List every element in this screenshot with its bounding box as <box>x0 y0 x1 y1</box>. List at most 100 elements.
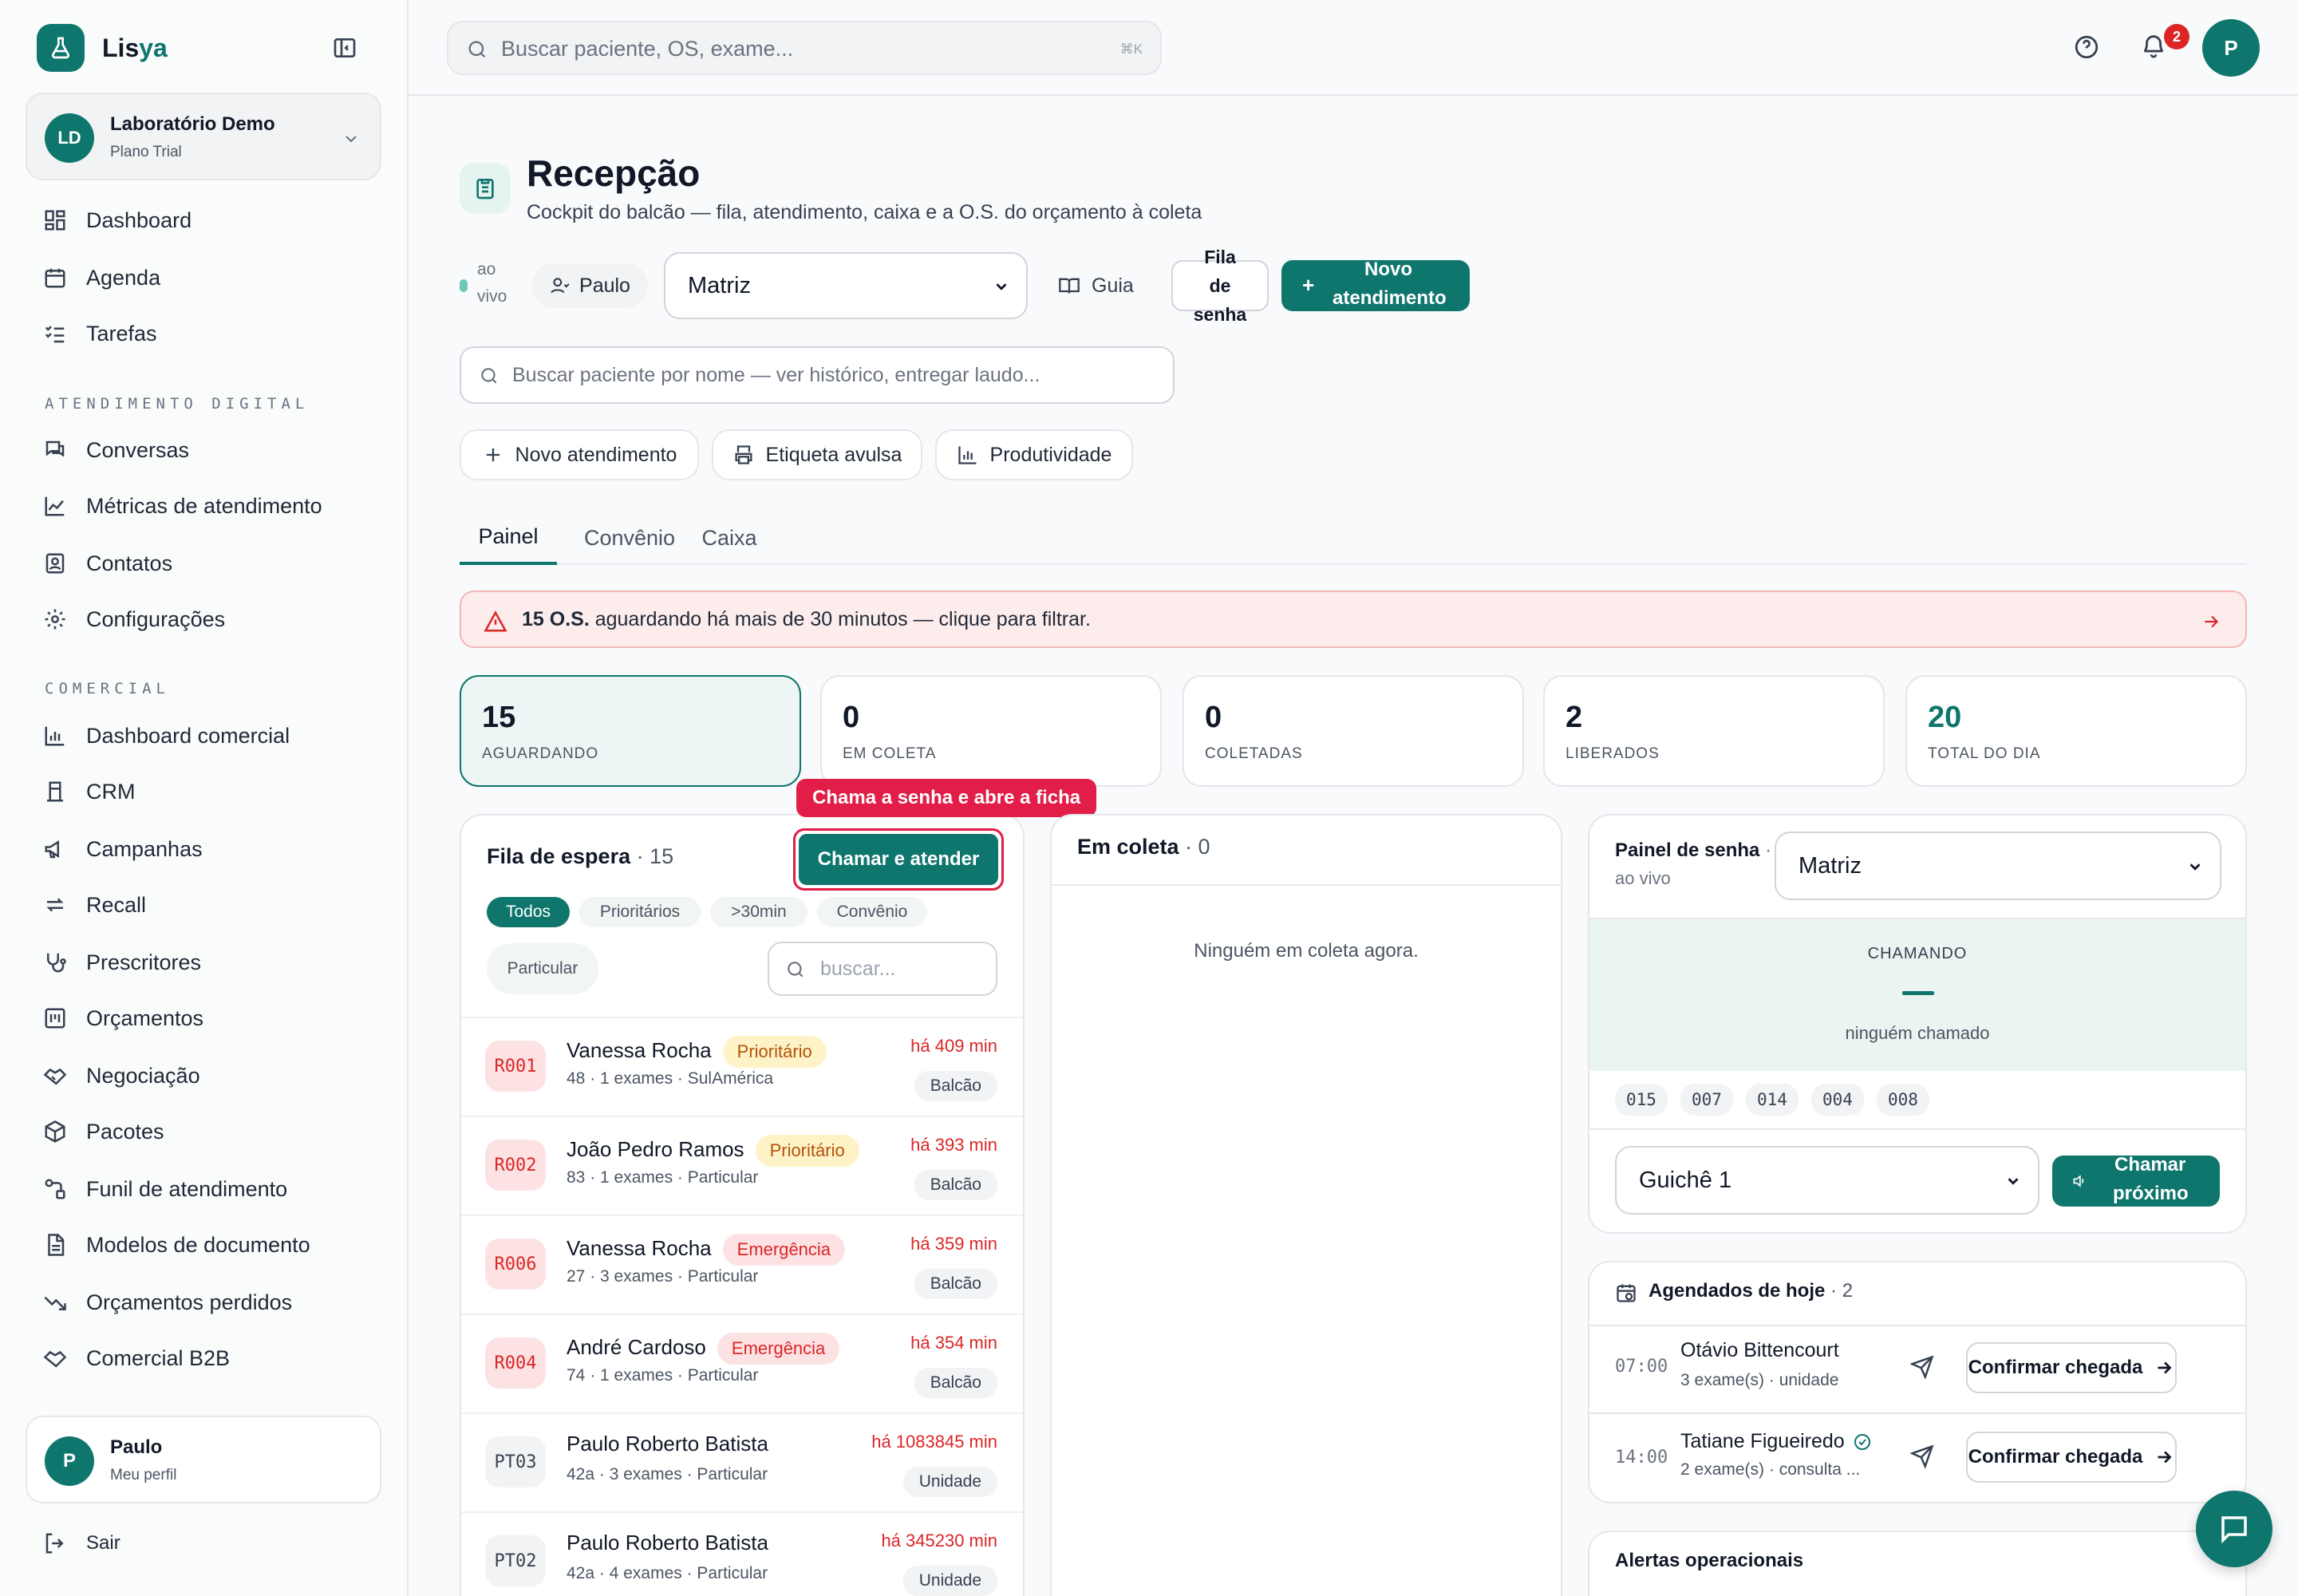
guiche-select[interactable]: Guichê 1 <box>1615 1146 2039 1215</box>
stat-aguardando[interactable]: 15 AGUARDANDO <box>460 675 801 787</box>
nav-negociacao[interactable]: Negociação <box>43 1053 200 1098</box>
stat-liberados[interactable]: 2 LIBERADOS <box>1543 675 1885 787</box>
user-avatar[interactable]: P <box>2202 19 2260 77</box>
new-attendance-button[interactable]: + Novo atendimento <box>1281 259 1470 311</box>
guide-button[interactable]: Guia <box>1058 267 1146 305</box>
appointment-time: 14:00 <box>1615 1448 1668 1468</box>
nav-metricas[interactable]: Métricas de atendimento <box>43 484 322 528</box>
tabs-bar: Painel Convênio Caixa <box>460 511 2247 565</box>
nav-configuracoes[interactable]: Configurações <box>43 597 225 642</box>
ticket-unit-select[interactable]: Matriz <box>1775 832 2221 900</box>
tab-convenio[interactable]: Convênio <box>581 511 678 565</box>
queue-search-input[interactable]: buscar... <box>768 942 997 996</box>
queue-row[interactable]: R004 André Cardoso Emergência 74 · 1 exam… <box>461 1314 1023 1412</box>
nav-crm[interactable]: CRM <box>43 769 136 814</box>
nav-prescritores[interactable]: Prescritores <box>43 940 201 985</box>
search-icon <box>788 962 804 978</box>
stat-value: 0 <box>843 701 860 734</box>
queue-ticket-button[interactable]: Fila de senha <box>1171 247 1269 325</box>
queue-ticket-l2: de <box>1209 275 1231 296</box>
send-icon[interactable] <box>1910 1444 1934 1468</box>
queue-row[interactable]: R001 Vanessa Rocha Prioritário 48 · 1 exa… <box>461 1017 1023 1116</box>
call-and-attend-button[interactable]: Chamar e atender <box>793 828 1004 891</box>
filter-particular[interactable]: Particular <box>487 943 598 994</box>
nav-agenda[interactable]: Agenda <box>43 255 160 300</box>
nav-modelos[interactable]: Modelos de documento <box>43 1223 310 1267</box>
nav-label: Negociação <box>86 1063 200 1088</box>
filter-prioritarios[interactable]: Prioritários <box>579 897 701 927</box>
nav-tarefas[interactable]: Tarefas <box>43 311 157 356</box>
queue-row[interactable]: PT02 Paulo Roberto Batista 42a · 4 exame… <box>461 1511 1023 1596</box>
queue-row[interactable]: PT03 Paulo Roberto Batista 42a · 3 exame… <box>461 1412 1023 1511</box>
nav-campanhas[interactable]: Campanhas <box>43 827 203 871</box>
patient-search-input[interactable]: Buscar paciente por nome — ver histórico… <box>460 346 1175 404</box>
nav-label: Funil de atendimento <box>86 1176 288 1201</box>
quick-new-attendance-button[interactable]: Novo atendimento <box>460 429 699 480</box>
collapse-sidebar-button[interactable] <box>332 35 361 64</box>
stat-total-dia[interactable]: 20 TOTAL DO DIA <box>1905 675 2247 787</box>
waiting-alert-banner[interactable]: 15 O.S. aguardando há mais de 30 minutos… <box>460 591 2247 648</box>
logout-button[interactable]: Sair <box>43 1521 120 1566</box>
tab-caixa[interactable]: Caixa <box>699 511 760 565</box>
nav-b2b[interactable]: Comercial B2B <box>43 1336 230 1381</box>
nav-orcamentos-perdidos[interactable]: Orçamentos perdidos <box>43 1280 292 1325</box>
calendar-clock-icon <box>1617 1284 1636 1302</box>
nav-label: Pacotes <box>86 1119 164 1144</box>
user-chip[interactable]: Paulo <box>531 263 648 308</box>
ticket-code: PT02 <box>485 1535 546 1586</box>
confirm-arrival-button[interactable]: Confirmar chegada <box>1966 1342 2177 1393</box>
brand-logo[interactable] <box>37 24 85 72</box>
queue-ticket-l3: senha <box>1193 304 1247 325</box>
stat-value: 2 <box>1566 701 1583 734</box>
live-dot <box>460 279 468 292</box>
page-icon <box>460 163 511 214</box>
nav-funil[interactable]: Funil de atendimento <box>43 1167 287 1211</box>
nav-dashboard[interactable]: Dashboard <box>43 198 192 243</box>
wait-time: há 345230 min <box>881 1531 997 1551</box>
call-next-button[interactable]: Chamar próximo <box>2052 1154 2220 1207</box>
profile-card[interactable]: P Paulo Meu perfil <box>26 1416 381 1503</box>
sidebar: Lisya LD Laboratório Demo Plano Trial Da… <box>0 0 409 1596</box>
nav-contatos[interactable]: Contatos <box>43 541 172 586</box>
nav-recall[interactable]: Recall <box>43 883 146 927</box>
book-icon <box>1059 278 1080 294</box>
logout-icon <box>45 1533 64 1554</box>
nav-dashboard-comercial[interactable]: Dashboard comercial <box>43 713 290 758</box>
confirm-arrival-button[interactable]: Confirmar chegada <box>1966 1432 2177 1483</box>
nav-pacotes[interactable]: Pacotes <box>43 1109 164 1154</box>
collection-empty-text: Ninguém em coleta agora. <box>1194 940 1419 962</box>
stat-em-coleta[interactable]: 0 EM COLETA <box>820 675 1162 787</box>
filter-todos[interactable]: Todos <box>487 897 570 927</box>
org-switcher[interactable]: LD Laboratório Demo Plano Trial <box>26 93 381 180</box>
ticket-panel-title: Painel de senha · <box>1615 839 1772 861</box>
nav-label: Dashboard <box>86 207 192 232</box>
tab-painel[interactable]: Painel <box>460 511 557 565</box>
ticket-code: R004 <box>485 1337 546 1389</box>
global-search-input[interactable]: Buscar paciente, OS, exame... ⌘K <box>447 21 1162 75</box>
nav-label: Dashboard comercial <box>86 723 290 748</box>
plus-icon <box>486 448 499 462</box>
help-button[interactable] <box>2073 34 2102 62</box>
patient-name: João Pedro Ramos Prioritário <box>567 1135 859 1167</box>
nav-orcamentos[interactable]: Orçamentos <box>43 996 203 1041</box>
send-icon[interactable] <box>1910 1355 1934 1379</box>
productivity-button[interactable]: Produtividade <box>935 429 1133 480</box>
origin-badge: Balcão <box>914 1170 997 1200</box>
stat-coletadas[interactable]: 0 COLETADAS <box>1183 675 1524 787</box>
queue-row[interactable]: R002 João Pedro Ramos Prioritário 83 · 1 … <box>461 1116 1023 1215</box>
single-label-button[interactable]: Etiqueta avulsa <box>712 429 922 480</box>
recent-ticket-chip: 014 <box>1746 1084 1799 1116</box>
chat-fab-button[interactable] <box>2196 1491 2272 1567</box>
handshake-icon <box>43 1068 67 1085</box>
wait-time: há 1083845 min <box>871 1432 997 1452</box>
patient-name: Vanessa Rocha Emergência <box>567 1234 846 1266</box>
queue-row[interactable]: R006 Vanessa Rocha Emergência 27 · 3 exam… <box>461 1215 1023 1314</box>
filter-30min[interactable]: >30min <box>710 897 807 927</box>
call-next-l1: Chamar <box>2114 1154 2186 1175</box>
nav-conversas[interactable]: Conversas <box>43 428 189 472</box>
patient-name: Paulo Roberto Batista <box>567 1531 768 1555</box>
stethoscope-icon <box>47 953 66 973</box>
unit-select[interactable]: Matriz <box>664 252 1028 319</box>
ticket-code: R002 <box>485 1140 546 1191</box>
filter-convenio[interactable]: Convênio <box>817 897 927 927</box>
